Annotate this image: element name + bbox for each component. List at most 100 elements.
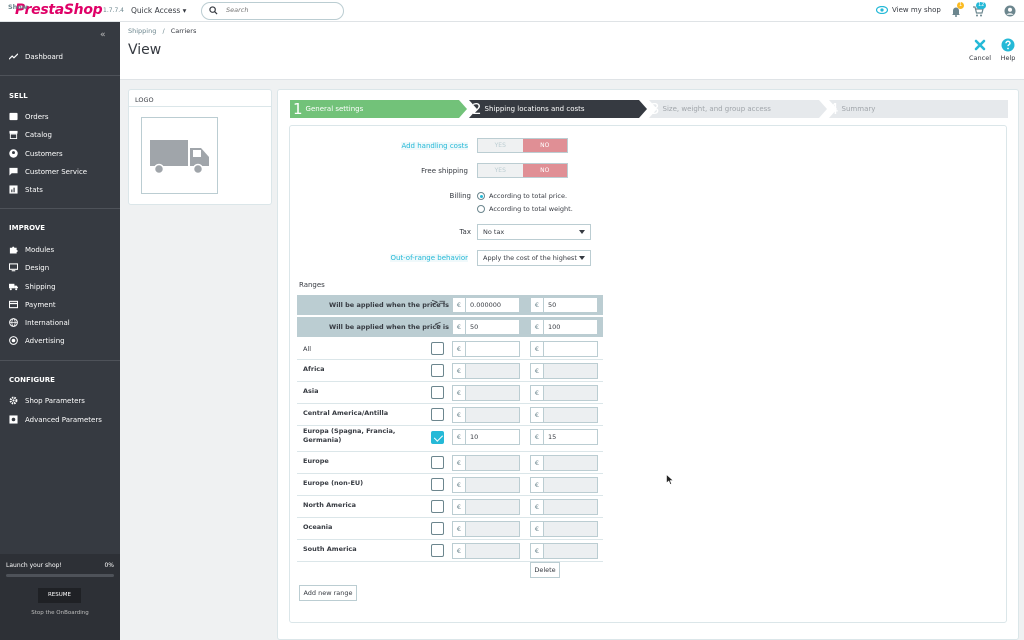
input-value[interactable]	[544, 500, 597, 514]
handling-costs-toggle[interactable]: YES NO	[477, 138, 568, 153]
breadcrumb-shipping[interactable]: Shipping	[128, 27, 156, 35]
cancel-button[interactable]: Cancel	[967, 38, 993, 62]
show-tab[interactable]: Show	[8, 3, 28, 11]
input-value[interactable]	[466, 342, 519, 356]
tax-select[interactable]: No tax	[477, 224, 591, 240]
zone-price-input[interactable]: €	[452, 455, 520, 471]
zone-checkbox[interactable]	[431, 364, 444, 377]
zone-price-input[interactable]: €	[452, 543, 520, 559]
zone-price-input[interactable]: €	[452, 407, 520, 423]
zone-price-input[interactable]: €	[530, 407, 598, 423]
toggle-no[interactable]: NO	[522, 139, 567, 152]
zone-price-input[interactable]: €	[530, 543, 598, 559]
collapse-sidebar-icon[interactable]: «	[100, 30, 106, 40]
zone-price-input[interactable]: €	[530, 477, 598, 493]
zone-checkbox[interactable]	[431, 522, 444, 535]
user-avatar-icon[interactable]	[1004, 5, 1016, 17]
sidebar-item-customer-service[interactable]: Customer Service	[9, 167, 87, 176]
input-value[interactable]	[466, 478, 519, 492]
radio-unchecked[interactable]	[477, 205, 485, 213]
add-new-range-button[interactable]: Add new range	[299, 585, 357, 601]
zone-price-input[interactable]: €	[530, 455, 598, 471]
input-value[interactable]: 50	[544, 298, 597, 312]
zone-price-input[interactable]: €	[530, 521, 598, 537]
input-value[interactable]	[466, 500, 519, 514]
input-value[interactable]	[544, 386, 597, 400]
wizard-step-2[interactable]: 2 Shipping locations and costs	[472, 100, 585, 118]
sidebar-item-shipping[interactable]: Shipping	[9, 282, 56, 291]
input-value[interactable]	[466, 544, 519, 558]
zone-price-input[interactable]: €	[452, 521, 520, 537]
zone-checkbox[interactable]	[431, 544, 444, 557]
zone-price-input[interactable]: €	[530, 341, 598, 357]
input-value[interactable]	[544, 522, 597, 536]
billing-price-radio[interactable]: According to total price.	[477, 192, 567, 200]
quick-access-menu[interactable]: Quick Access ▾	[131, 6, 186, 15]
wizard-step-3[interactable]: 3 Size, weight, and group access	[650, 100, 771, 118]
input-value[interactable]	[466, 364, 519, 378]
zone-price-input[interactable]: €	[452, 341, 520, 357]
input-value[interactable]: 0.000000	[466, 298, 519, 312]
input-value[interactable]: 50	[466, 320, 519, 334]
toggle-yes[interactable]: YES	[478, 164, 523, 177]
zone-price-input[interactable]: €	[530, 363, 598, 379]
view-shop-link[interactable]: View my shop	[876, 6, 941, 14]
radio-checked[interactable]	[477, 192, 485, 200]
wizard-step-1[interactable]: 1 General settings	[293, 100, 363, 118]
range-to-input-2[interactable]: €100	[530, 319, 598, 335]
input-value[interactable]: 15	[544, 430, 597, 444]
input-value[interactable]	[544, 364, 597, 378]
input-value[interactable]	[544, 478, 597, 492]
input-value[interactable]: 100	[544, 320, 597, 334]
input-value[interactable]	[466, 386, 519, 400]
sidebar-item-international[interactable]: International	[9, 318, 70, 327]
zone-checkbox[interactable]	[431, 478, 444, 491]
delete-range-button[interactable]: Delete	[530, 562, 560, 578]
sidebar-item-catalog[interactable]: Catalog	[9, 130, 52, 139]
input-value[interactable]	[544, 408, 597, 422]
zone-price-input[interactable]: €15	[530, 429, 598, 445]
zone-checkbox-checked[interactable]	[431, 431, 444, 444]
sidebar-item-stats[interactable]: Stats	[9, 185, 43, 194]
input-value[interactable]: 10	[466, 430, 519, 444]
zone-checkbox[interactable]	[431, 408, 444, 421]
out-of-range-select[interactable]: Apply the cost of the highest	[477, 250, 591, 266]
resume-button[interactable]: RESUME	[38, 588, 81, 603]
stop-onboarding-link[interactable]: Stop the OnBoarding	[0, 610, 120, 616]
sidebar-item-modules[interactable]: Modules	[9, 245, 54, 254]
search-box[interactable]	[201, 2, 344, 20]
brand-logo[interactable]: PrestaShop	[15, 2, 103, 18]
input-value[interactable]	[466, 522, 519, 536]
input-value[interactable]	[544, 342, 597, 356]
toggle-no[interactable]: NO	[522, 164, 567, 177]
zone-checkbox[interactable]	[431, 456, 444, 469]
zone-checkbox[interactable]	[431, 342, 444, 355]
range-from-input-1[interactable]: €0.000000	[452, 297, 520, 313]
input-value[interactable]	[544, 456, 597, 470]
free-shipping-toggle[interactable]: YES NO	[477, 163, 568, 178]
zone-price-input[interactable]: €	[452, 363, 520, 379]
input-value[interactable]	[466, 456, 519, 470]
billing-weight-radio[interactable]: According to total weight.	[477, 205, 573, 213]
sidebar-item-payment[interactable]: Payment	[9, 300, 56, 309]
sidebar-item-orders[interactable]: Orders	[9, 112, 49, 121]
input-value[interactable]	[466, 408, 519, 422]
zone-price-input[interactable]: €	[452, 385, 520, 401]
zone-checkbox[interactable]	[431, 500, 444, 513]
search-input[interactable]	[226, 6, 336, 14]
sidebar-item-shop-parameters[interactable]: Shop Parameters	[9, 396, 85, 405]
sidebar-item-dashboard[interactable]: Dashboard	[9, 52, 63, 61]
zone-checkbox[interactable]	[431, 386, 444, 399]
sidebar-item-advanced-parameters[interactable]: Advanced Parameters	[9, 415, 102, 424]
zone-price-input[interactable]: €10	[452, 429, 520, 445]
toggle-yes[interactable]: YES	[478, 139, 523, 152]
zone-price-input[interactable]: €	[530, 385, 598, 401]
sidebar-item-advertising[interactable]: Advertising	[9, 336, 65, 345]
range-to-input-1[interactable]: €50	[452, 319, 520, 335]
range-from-input-2[interactable]: €50	[530, 297, 598, 313]
zone-price-input[interactable]: €	[452, 499, 520, 515]
zone-price-input[interactable]: €	[452, 477, 520, 493]
help-button[interactable]: Help	[995, 38, 1021, 62]
sidebar-item-design[interactable]: Design	[9, 263, 49, 272]
wizard-step-4[interactable]: 4 Summary	[829, 100, 875, 118]
